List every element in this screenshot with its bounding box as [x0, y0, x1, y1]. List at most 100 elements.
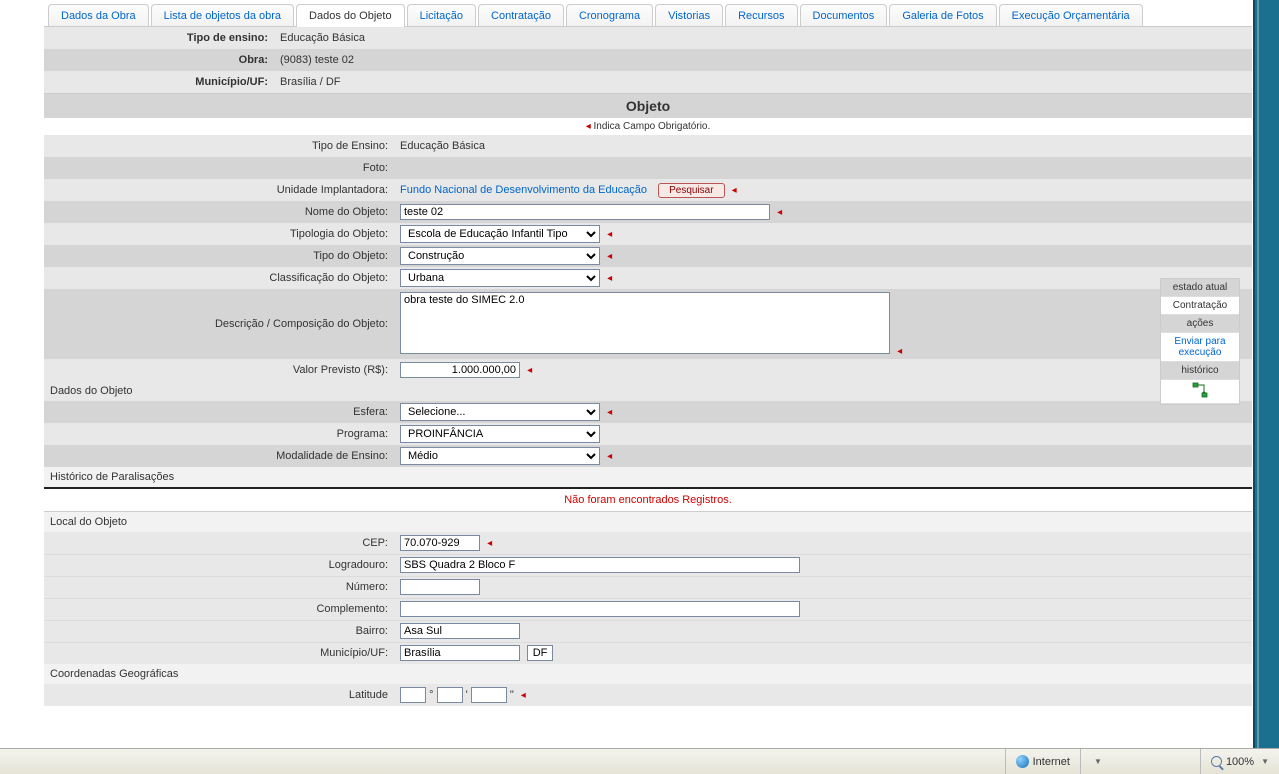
cep-input[interactable] [400, 535, 480, 551]
tab-galeria[interactable]: Galeria de Fotos [889, 4, 996, 26]
mandatory-note: ◂ Indica Campo Obrigatório. [44, 118, 1252, 135]
section-title-objeto: Objeto [44, 93, 1252, 118]
required-marker-icon: ◂ [527, 365, 532, 376]
required-marker-icon: ◂ [897, 346, 902, 357]
lbl-logradouro: Logradouro: [44, 554, 394, 576]
municipio-input[interactable] [400, 645, 520, 661]
lbl-municipio-uf: Município/UF: [44, 642, 394, 664]
tab-licitacao[interactable]: Licitação [407, 4, 476, 26]
required-marker-icon: ◂ [732, 185, 737, 196]
subheader-coordenadas: Coordenadas Geográficas [44, 664, 1252, 684]
status-zoom-control[interactable]: 100% ▼ [1200, 749, 1279, 774]
lbl-programa: Programa: [44, 423, 394, 445]
lbl-foto: Foto: [44, 157, 394, 179]
side-historico-icon-cell[interactable] [1161, 380, 1239, 404]
lbl-tipo-ensino: Tipo de Ensino: [44, 135, 394, 157]
second-symbol: " [510, 689, 514, 701]
complemento-input[interactable] [400, 601, 800, 617]
numero-input[interactable] [400, 579, 480, 595]
required-marker-icon: ◂ [607, 451, 612, 462]
required-marker-icon: ◂ [607, 229, 612, 240]
lbl-modalidade: Modalidade de Ensino: [44, 445, 394, 467]
status-zoom-value: 100% [1226, 756, 1254, 768]
lbl-valor-previsto: Valor Previsto (R$): [44, 359, 394, 381]
form-dados-objeto: Esfera: Selecione... ◂ Programa: PROINFÂ… [44, 401, 1252, 467]
lbl-tipo-objeto: Tipo do Objeto: [44, 245, 394, 267]
chevron-down-icon: ▼ [1261, 757, 1269, 766]
lat-sec-input[interactable] [471, 687, 507, 703]
lbl-complemento: Complemento: [44, 598, 394, 620]
modalidade-select[interactable]: Médio [400, 447, 600, 465]
no-records-message: Não foram encontrados Registros. [44, 489, 1252, 511]
nome-objeto-input[interactable] [400, 204, 770, 220]
lbl-bairro: Bairro: [44, 620, 394, 642]
status-internet-zone: Internet [1005, 749, 1080, 774]
required-marker-icon: ◂ [607, 407, 612, 418]
lat-min-input[interactable] [437, 687, 463, 703]
lat-deg-input[interactable] [400, 687, 426, 703]
tab-bar: Dados da Obra Lista de objetos da obra D… [44, 0, 1252, 27]
tipo-objeto-select[interactable]: Construção [400, 247, 600, 265]
subheader-historico: Histórico de Paralisações [44, 467, 1252, 487]
lbl-descricao: Descrição / Composição do Objeto: [44, 289, 394, 359]
classificacao-select[interactable]: Urbana [400, 269, 600, 287]
lbl-numero: Número: [44, 576, 394, 598]
subheader-dados-objeto: Dados do Objeto [44, 381, 1252, 401]
required-marker-icon: ◂ [521, 690, 526, 701]
programa-select[interactable]: PROINFÂNCIA [400, 425, 600, 443]
header-obra-label: Obra: [44, 49, 274, 71]
form-objeto: Tipo de Ensino: Educação Básica Foto: Un… [44, 135, 1252, 381]
lbl-nome-objeto: Nome do Objeto: [44, 201, 394, 223]
pesquisar-button[interactable]: Pesquisar [658, 183, 724, 198]
lbl-cep: CEP: [44, 532, 394, 554]
tab-cronograma[interactable]: Cronograma [566, 4, 653, 26]
lbl-classificacao: Classificação do Objeto: [44, 267, 394, 289]
degree-symbol: ° [429, 689, 433, 701]
subheader-local: Local do Objeto [44, 512, 1252, 532]
form-coordenadas: Latitude ° ' " ◂ [44, 684, 1252, 706]
tab-lista-objetos[interactable]: Lista de objetos da obra [151, 4, 294, 26]
lbl-tipologia: Tipologia do Objeto: [44, 223, 394, 245]
required-marker-icon: ◂ [777, 207, 782, 218]
header-info: Tipo de ensino: Educação Básica Obra: (9… [44, 27, 1252, 93]
tab-dados-objeto[interactable]: Dados do Objeto [296, 4, 405, 26]
link-unidade[interactable]: Fundo Nacional de Desenvolvimento da Edu… [400, 184, 647, 196]
status-security-zone[interactable]: ▼ [1080, 749, 1200, 774]
tab-documentos[interactable]: Documentos [800, 4, 888, 26]
status-internet-label: Internet [1033, 756, 1070, 768]
workflow-icon [1192, 382, 1208, 401]
val-tipo-ensino: Educação Básica [394, 135, 1252, 157]
side-enviar-link[interactable]: Enviar para execução [1161, 333, 1239, 362]
side-estado-value: Contratação [1161, 297, 1239, 315]
esfera-select[interactable]: Selecione... [400, 403, 600, 421]
tab-recursos[interactable]: Recursos [725, 4, 797, 26]
val-foto [394, 157, 1252, 179]
bairro-input[interactable] [400, 623, 520, 639]
logradouro-input[interactable] [400, 557, 800, 573]
lbl-latitude: Latitude [44, 684, 394, 706]
descricao-textarea[interactable]: obra teste do SIMEC 2.0 [400, 292, 890, 354]
required-marker-icon: ◂ [487, 538, 492, 549]
side-acoes-head: ações [1161, 315, 1239, 333]
tab-contratacao[interactable]: Contratação [478, 4, 564, 26]
lbl-unidade: Unidade Implantadora: [44, 179, 394, 201]
mandatory-marker-icon: ◂ [586, 121, 591, 132]
side-estado-head: estado atual [1161, 279, 1239, 297]
magnifier-icon [1211, 756, 1222, 767]
tab-execucao[interactable]: Execução Orçamentária [999, 4, 1143, 26]
lbl-esfera: Esfera: [44, 401, 394, 423]
browser-status-bar: Internet ▼ 100% ▼ [0, 748, 1279, 774]
valor-previsto-input[interactable] [400, 362, 520, 378]
required-marker-icon: ◂ [607, 251, 612, 262]
uf-input[interactable] [527, 645, 553, 661]
form-local: CEP: ◂ Logradouro: Número: Complemento: … [44, 532, 1252, 664]
required-marker-icon: ◂ [607, 273, 612, 284]
tab-vistorias[interactable]: Vistorias [655, 4, 723, 26]
header-tipo-ensino-value: Educação Básica [274, 27, 1252, 49]
globe-icon [1016, 755, 1029, 768]
tab-dados-obra[interactable]: Dados da Obra [48, 4, 149, 26]
header-tipo-ensino-label: Tipo de ensino: [44, 27, 274, 49]
header-obra-value: (9083) teste 02 [274, 49, 1252, 71]
tipologia-select[interactable]: Escola de Educação Infantil Tipo [400, 225, 600, 243]
chevron-down-icon: ▼ [1094, 757, 1102, 766]
